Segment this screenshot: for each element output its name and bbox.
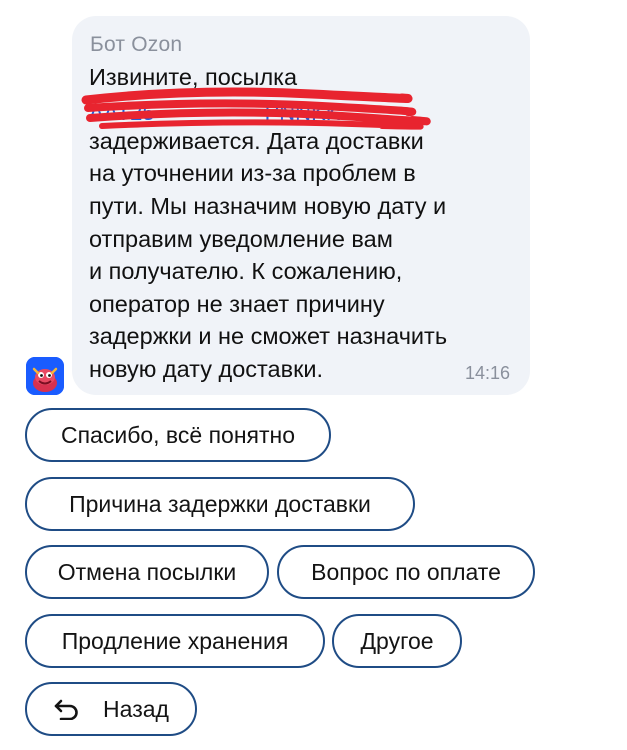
redacted-tracking-number: AAT25—————PNNKK: [89, 100, 341, 125]
delay-reason-button[interactable]: Причина задержки доставки: [25, 477, 415, 531]
extend-storage-button[interactable]: Продление хранения: [25, 614, 325, 668]
bot-avatar: [26, 357, 64, 395]
message-line: на уточнении из-за проблем в: [89, 160, 416, 186]
back-button-label: Назад: [103, 695, 169, 722]
sender-name: Бот Ozon: [90, 33, 183, 56]
message-line: Извините, посылка: [89, 64, 298, 90]
message-line: оператор не знает причину: [89, 291, 385, 317]
message-line: задержки и не сможет назначить: [89, 323, 448, 349]
thanks-understood-button[interactable]: Спасибо, всё понятно: [25, 408, 331, 462]
message-line: отправим уведомление вам: [89, 226, 393, 252]
back-button[interactable]: Назад: [25, 682, 197, 736]
message-line: пути. Мы назначим новую дату и: [89, 193, 447, 219]
cancel-parcel-button[interactable]: Отмена посылки: [25, 545, 269, 599]
ozon-bot-mascot-icon: [26, 357, 64, 395]
message-timestamp: 14:16: [464, 363, 510, 383]
other-button[interactable]: Другое: [332, 614, 462, 668]
message-line: новую дату доставки.: [89, 356, 324, 382]
message-line: и получателю. К сожалению,: [89, 258, 403, 284]
undo-arrow-icon: [53, 698, 81, 720]
message-line: задерживается. Дата доставки: [89, 128, 424, 154]
payment-question-button[interactable]: Вопрос по оплате: [277, 545, 535, 599]
bot-message-bubble: Бот Ozon Извините, посылка AAT25—————PNN…: [72, 16, 530, 395]
